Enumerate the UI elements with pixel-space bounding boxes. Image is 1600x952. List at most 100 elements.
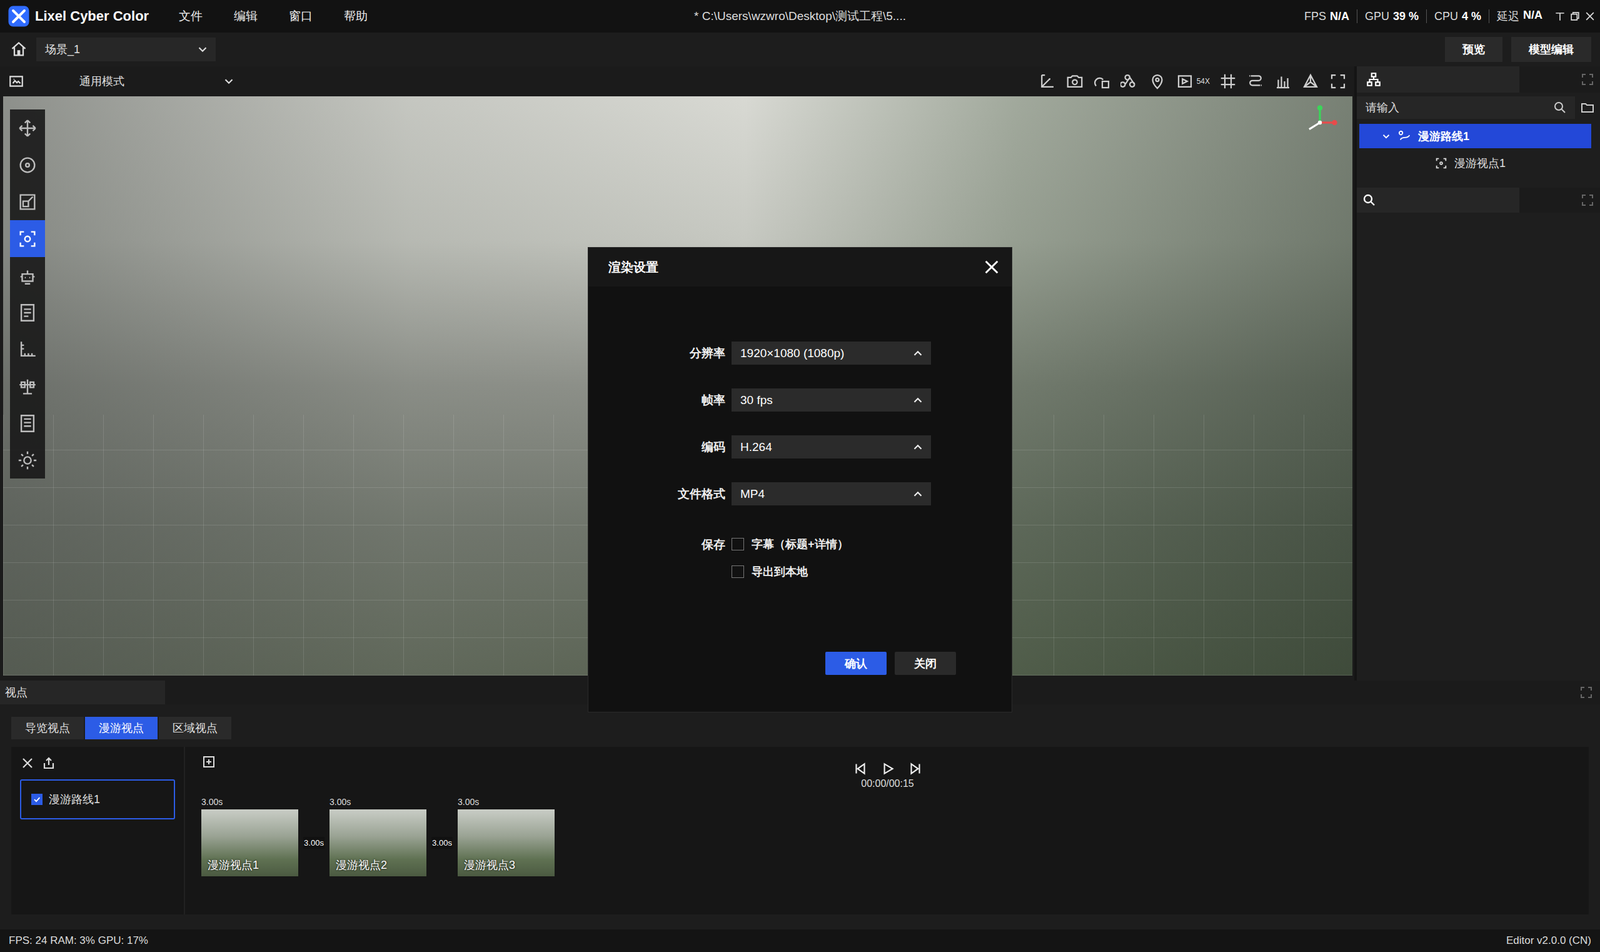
route-item[interactable]: 漫游路线1 [20,779,176,820]
field-select[interactable]: MP4 [731,482,931,506]
stat-value: 4 % [1461,10,1482,24]
viewpoint-duration: 3.00s [457,796,555,807]
dialog-button[interactable]: 关闭 [894,651,956,675]
viewpoint-content: 漫游路线100:00/00:153.00s漫游视点13.00s3.00s漫游视点… [11,746,1589,915]
header-button[interactable]: 预览 [1444,36,1503,62]
viewpoint-card[interactable]: 3.00s漫游视点1 [201,796,299,876]
field-value: MP4 [740,487,765,501]
folder-icon[interactable] [1579,100,1595,116]
tool-button[interactable] [10,367,46,405]
home-icon[interactable] [10,40,28,59]
checkbox[interactable] [731,565,745,578]
scale-icon [16,191,39,213]
stat-label: GPU [1364,10,1390,24]
viewpoint-duration: 3.00s [329,796,427,807]
tool-button[interactable] [10,109,46,147]
properties-search[interactable] [1356,187,1520,213]
tab[interactable]: 漫游视点 [85,716,158,740]
panel-title: 视点 [0,680,166,705]
check-icon [32,794,42,804]
expand-icon[interactable] [1579,71,1595,87]
outline-search: 请输入 [1356,92,1600,122]
delete-icon[interactable] [20,755,36,771]
option-checkbox-row[interactable]: 导出到本地 [731,563,931,579]
maximize-icon[interactable] [1568,10,1582,23]
tree-item[interactable]: 漫游路线1 [1359,123,1592,149]
export-icon[interactable] [41,755,57,771]
cluster-icon[interactable] [1120,71,1140,91]
field-value: 1920×1080 (1080p) [740,346,845,361]
field-select[interactable]: 30 fps [731,388,931,412]
transition[interactable]: 3.00s [298,809,330,876]
scene-dropdown[interactable]: 场景_1 [36,37,216,62]
play-icon[interactable] [879,760,896,777]
add-icon[interactable] [201,754,217,770]
field-select[interactable]: 1920×1080 (1080p) [731,341,931,365]
tab[interactable]: 导览视点 [11,716,84,740]
checkbox[interactable] [731,537,745,551]
route-label: 漫游路线1 [48,791,101,807]
route-checkbox[interactable] [31,793,43,805]
camera-icon[interactable] [1065,71,1085,91]
title-bar: Lixel Cyber Color文件编辑窗口帮助* C:\Users\wzwr… [0,0,1600,33]
grid-icon[interactable] [1218,71,1238,91]
menu-item[interactable]: 文件 [178,8,203,25]
mode-value: 通用模式 [79,73,125,89]
dialog-button[interactable]: 确认 [825,651,887,675]
field-select[interactable]: H.264 [731,435,931,459]
tool-button[interactable] [10,330,46,368]
mode-dropdown[interactable]: 通用模式 [31,73,236,89]
transition-duration: 3.00s [303,836,325,849]
field-label: 编码 [588,438,726,456]
dialog-title: 渲染设置 [608,258,659,276]
expand-icon[interactable] [1578,684,1594,700]
triangle-icon[interactable] [1301,71,1320,91]
tool-button[interactable] [10,256,46,294]
chevron-up-icon [910,487,925,501]
play-time: 00:00/00:15 [860,777,915,790]
tool-button[interactable] [10,183,46,221]
speed-icon[interactable] [1175,71,1195,91]
outline-tab[interactable] [1356,66,1520,93]
field-value: H.264 [740,440,773,454]
pin-icon[interactable] [1147,71,1167,91]
tree-item[interactable]: 漫游视点1 [1359,150,1592,176]
status-stats: FPS: 24 RAM: 3% GPU: 17% [8,934,149,947]
viewpoint-card[interactable]: 3.00s漫游视点2 [329,796,427,876]
tool-button[interactable] [10,146,46,184]
menu-item[interactable]: 编辑 [233,8,258,25]
chevron-icon[interactable] [1380,130,1392,142]
field-label: 帧率 [588,392,726,409]
axis-gizmo-icon[interactable] [1299,102,1340,143]
route-icon[interactable] [1246,71,1265,91]
close-icon[interactable] [981,256,1002,277]
option-checkbox-row[interactable]: 字幕（标题+详情） [731,536,931,552]
search-icon[interactable] [1552,100,1568,116]
chart-icon[interactable] [1273,71,1293,91]
tool-button[interactable] [10,293,46,331]
chevron-up-icon [910,346,925,361]
tool-button[interactable] [10,404,46,442]
menu-item[interactable]: 窗口 [288,8,313,25]
chevron-up-icon [910,440,925,454]
skip-back-icon[interactable] [852,760,869,777]
tool-button[interactable] [10,441,46,479]
properties-header [1356,187,1600,213]
menu-item[interactable]: 帮助 [343,8,368,25]
search-input[interactable]: 请输入 [1356,96,1575,119]
tab[interactable]: 区域视点 [158,716,232,740]
dialog-body: 分辨率1920×1080 (1080p)帧率30 fps编码H.264文件格式M… [588,286,1012,712]
minimize-icon[interactable] [1553,10,1567,23]
app-name: Lixel Cyber Color [35,8,149,25]
shape-icon[interactable] [1092,71,1112,91]
axis-icon[interactable] [1037,71,1057,91]
viewport-icon[interactable] [8,73,25,90]
transition[interactable]: 3.00s [426,809,458,876]
header-button[interactable]: 模型编辑 [1511,36,1592,62]
expand-icon[interactable] [1328,71,1348,91]
viewpoint-card[interactable]: 3.00s漫游视点3 [457,796,555,876]
skip-forward-icon[interactable] [907,760,924,777]
close-window-icon[interactable] [1583,10,1597,23]
expand-icon[interactable] [1579,192,1595,208]
tool-button[interactable] [10,220,46,257]
